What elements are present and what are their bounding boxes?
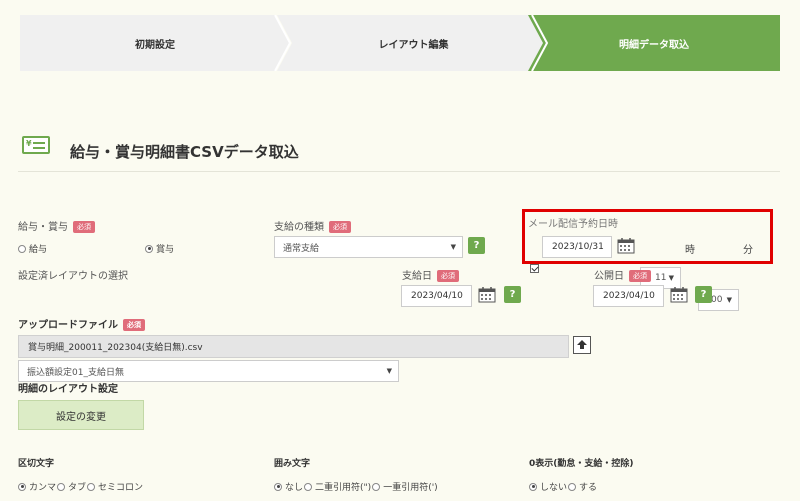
- radio-comma[interactable]: カンマ: [18, 480, 56, 493]
- publish-date-input[interactable]: 2023/04/10: [593, 285, 664, 307]
- pay-date-label: 支給日 必須: [402, 267, 459, 282]
- calendar-icon[interactable]: [617, 237, 635, 254]
- mail-schedule-label: メール配信予約日時: [528, 219, 618, 230]
- enclosure-label: 囲み文字: [274, 459, 311, 469]
- chevron-down-icon: ▼: [386, 367, 392, 375]
- change-settings-button[interactable]: 設定の変更: [18, 400, 144, 430]
- help-button[interactable]: ?: [504, 286, 521, 303]
- pay-kind-select[interactable]: 通常支給 ▼: [274, 236, 463, 258]
- step-separator: [531, 15, 549, 71]
- help-button[interactable]: ?: [468, 237, 485, 254]
- page-title: 給与・賞与明細書CSVデータ取込: [70, 143, 299, 161]
- step-data-import: 明細データ取込: [528, 15, 780, 71]
- step-separator: [274, 15, 292, 71]
- upload-icon[interactable]: [573, 336, 591, 354]
- detail-layout-label: 明細のレイアウト設定: [18, 384, 118, 395]
- delimiter-label: 区切文字: [18, 459, 55, 469]
- layout-select-label: 設定済レイアウトの選択: [18, 271, 128, 282]
- zero-display-options: しない する: [529, 480, 597, 493]
- upload-file-label: アップロードファイル 必須: [18, 316, 145, 331]
- radio-double-quote[interactable]: 二重引用符("): [304, 480, 371, 493]
- delimiter-options: カンマ タブ セミコロン: [18, 480, 143, 493]
- radio-hide-zero[interactable]: しない: [529, 480, 567, 493]
- required-badge: 必須: [437, 270, 459, 282]
- layout-select[interactable]: 振込額設定01_支給日無 ▼: [18, 360, 399, 382]
- help-button[interactable]: ?: [695, 286, 712, 303]
- radio-salary[interactable]: 給与: [18, 242, 47, 255]
- pay-date-input[interactable]: 2023/04/10: [401, 285, 472, 307]
- calendar-icon[interactable]: [478, 286, 496, 303]
- step-layout-edit: レイアウト編集: [277, 15, 550, 71]
- payslip-yen-icon: ¥: [22, 136, 50, 154]
- step-label: 初期設定: [135, 39, 175, 51]
- radio-single-quote[interactable]: 一重引用符('): [372, 480, 438, 493]
- enclosure-options: なし 二重引用符(") 一重引用符('): [274, 480, 438, 493]
- required-badge: 必須: [123, 319, 145, 331]
- radio-bonus[interactable]: 賞与: [145, 242, 174, 255]
- zero-display-label: 0表示(勤怠・支給・控除): [529, 459, 634, 469]
- divider: [18, 171, 780, 172]
- step-label: レイアウト編集: [378, 39, 449, 51]
- radio-tab[interactable]: タブ: [57, 480, 86, 493]
- progress-stepper: 初期設定 レイアウト編集 明細データ取込: [20, 15, 780, 71]
- upload-file-field[interactable]: 賞与明細_200011_202304(支給日無).csv: [18, 335, 569, 358]
- mail-date-input[interactable]: 2023/10/31: [542, 236, 612, 258]
- pay-kind-label: 支給の種類 必須: [274, 218, 351, 233]
- step-label: 明細データ取込: [619, 39, 689, 51]
- minute-unit: 分: [743, 245, 753, 256]
- radio-show-zero[interactable]: する: [568, 480, 597, 493]
- mail-schedule-checkbox[interactable]: [530, 264, 539, 273]
- radio-button-selected[interactable]: [145, 244, 153, 253]
- pay-type-label: 給与・賞与 必須: [18, 218, 95, 233]
- chevron-down-icon: ▼: [668, 274, 674, 282]
- required-badge: 必須: [73, 221, 95, 233]
- chevron-down-icon: ▼: [450, 243, 456, 251]
- required-badge: 必須: [629, 270, 651, 282]
- hour-unit: 時: [685, 245, 695, 256]
- calendar-icon[interactable]: [670, 286, 688, 303]
- chevron-down-icon: ▼: [726, 296, 732, 304]
- radio-none[interactable]: なし: [274, 480, 303, 493]
- publish-date-label: 公開日 必須: [594, 267, 651, 282]
- radio-semicolon[interactable]: セミコロン: [87, 480, 143, 493]
- step-initial-settings: 初期設定: [20, 15, 290, 71]
- required-badge: 必須: [329, 221, 351, 233]
- radio-button[interactable]: [18, 244, 26, 253]
